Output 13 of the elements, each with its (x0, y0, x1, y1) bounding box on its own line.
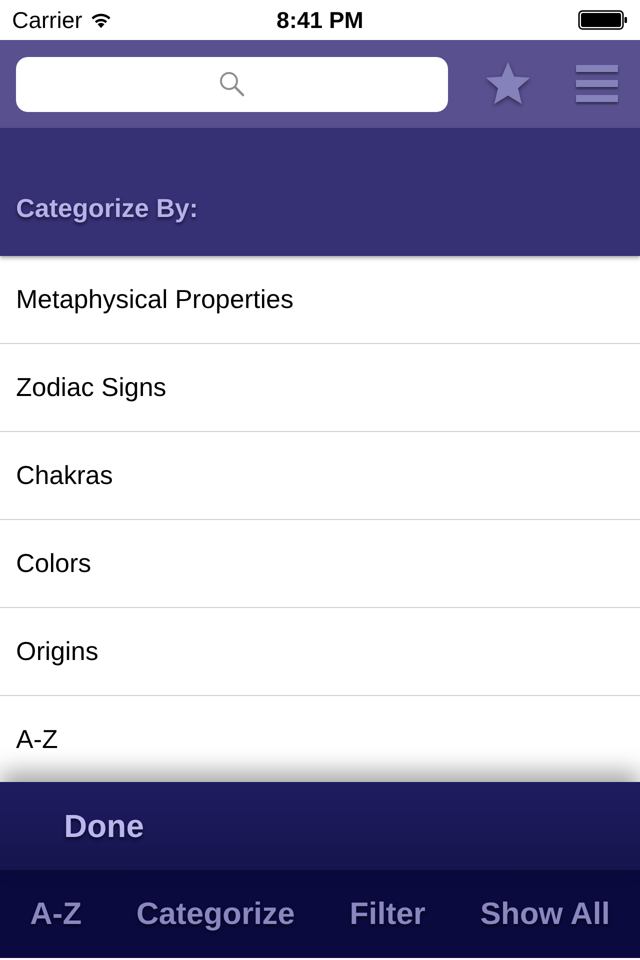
battery-icon (578, 10, 628, 30)
tab-button[interactable]: Categorize (136, 890, 295, 938)
clock-time: 8:41 PM (276, 6, 364, 35)
header-title: Categorize By: (16, 192, 198, 225)
tab-button[interactable]: A-Z (30, 890, 82, 938)
carrier-label: Carrier (12, 6, 82, 35)
wifi-icon (90, 12, 112, 28)
search-field[interactable] (16, 56, 448, 112)
menu-icon[interactable] (576, 65, 618, 103)
done-button[interactable]: Done (64, 802, 144, 850)
tab-button[interactable]: Show All (480, 890, 610, 938)
search-icon (219, 71, 245, 97)
tab-button[interactable]: Filter (350, 890, 426, 938)
